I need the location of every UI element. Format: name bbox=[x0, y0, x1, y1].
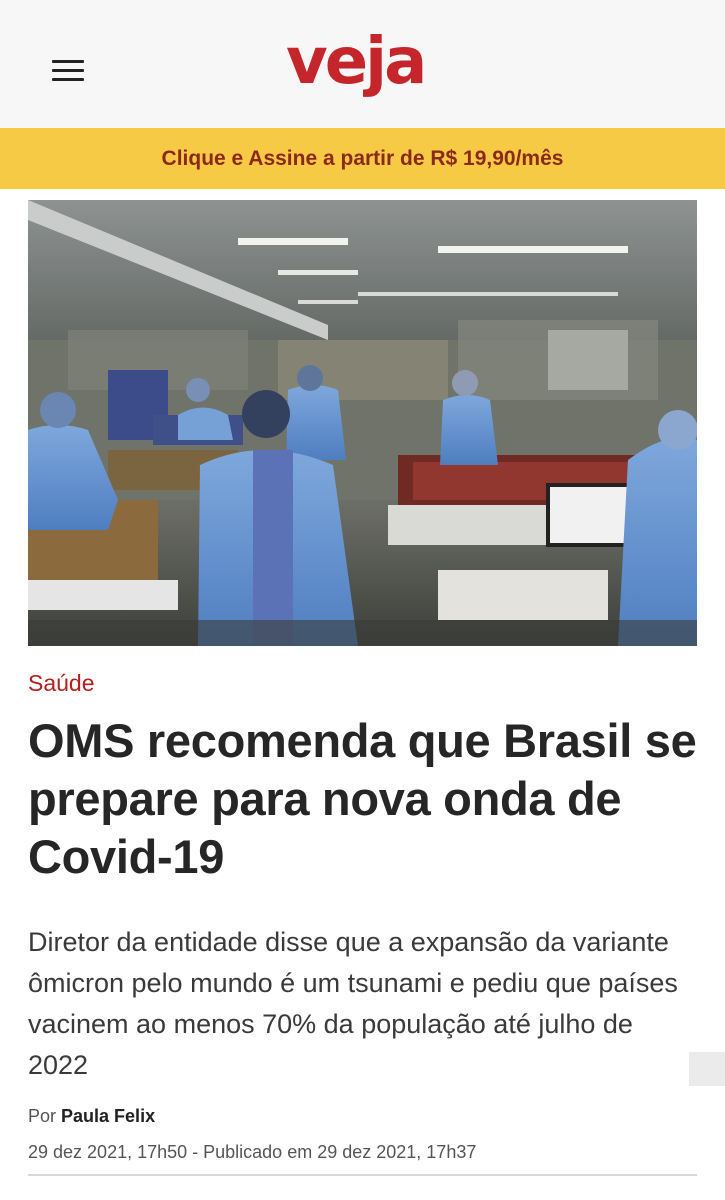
menu-line bbox=[52, 78, 84, 81]
menu-line bbox=[52, 60, 84, 63]
veja-logo[interactable]: veja bbox=[286, 22, 446, 112]
divider bbox=[28, 1174, 697, 1176]
byline-prefix: Por bbox=[28, 1106, 57, 1126]
floating-side-tab[interactable] bbox=[689, 1052, 725, 1086]
article-headline: OMS recomenda que Brasil se prepare para… bbox=[28, 714, 697, 883]
subscribe-banner-label: Clique e Assine a partir de R$ 19,90/mês bbox=[161, 146, 564, 170]
site-header: veja bbox=[0, 0, 725, 129]
article-dateline: 29 dez 2021, 17h50 - Publicado em 29 dez… bbox=[28, 1142, 477, 1162]
article-byline: Por Paula Felix bbox=[28, 1106, 155, 1127]
menu-line bbox=[52, 69, 84, 72]
hamburger-menu-icon[interactable] bbox=[50, 56, 86, 86]
article-subtitle: Diretor da entidade disse que a expansão… bbox=[28, 927, 678, 1080]
article-category-link[interactable]: Saúde bbox=[28, 670, 95, 697]
article-hero-image bbox=[28, 200, 697, 646]
subscribe-banner[interactable]: Clique e Assine a partir de R$ 19,90/mês bbox=[0, 128, 725, 189]
author-link[interactable]: Paula Felix bbox=[61, 1106, 155, 1126]
